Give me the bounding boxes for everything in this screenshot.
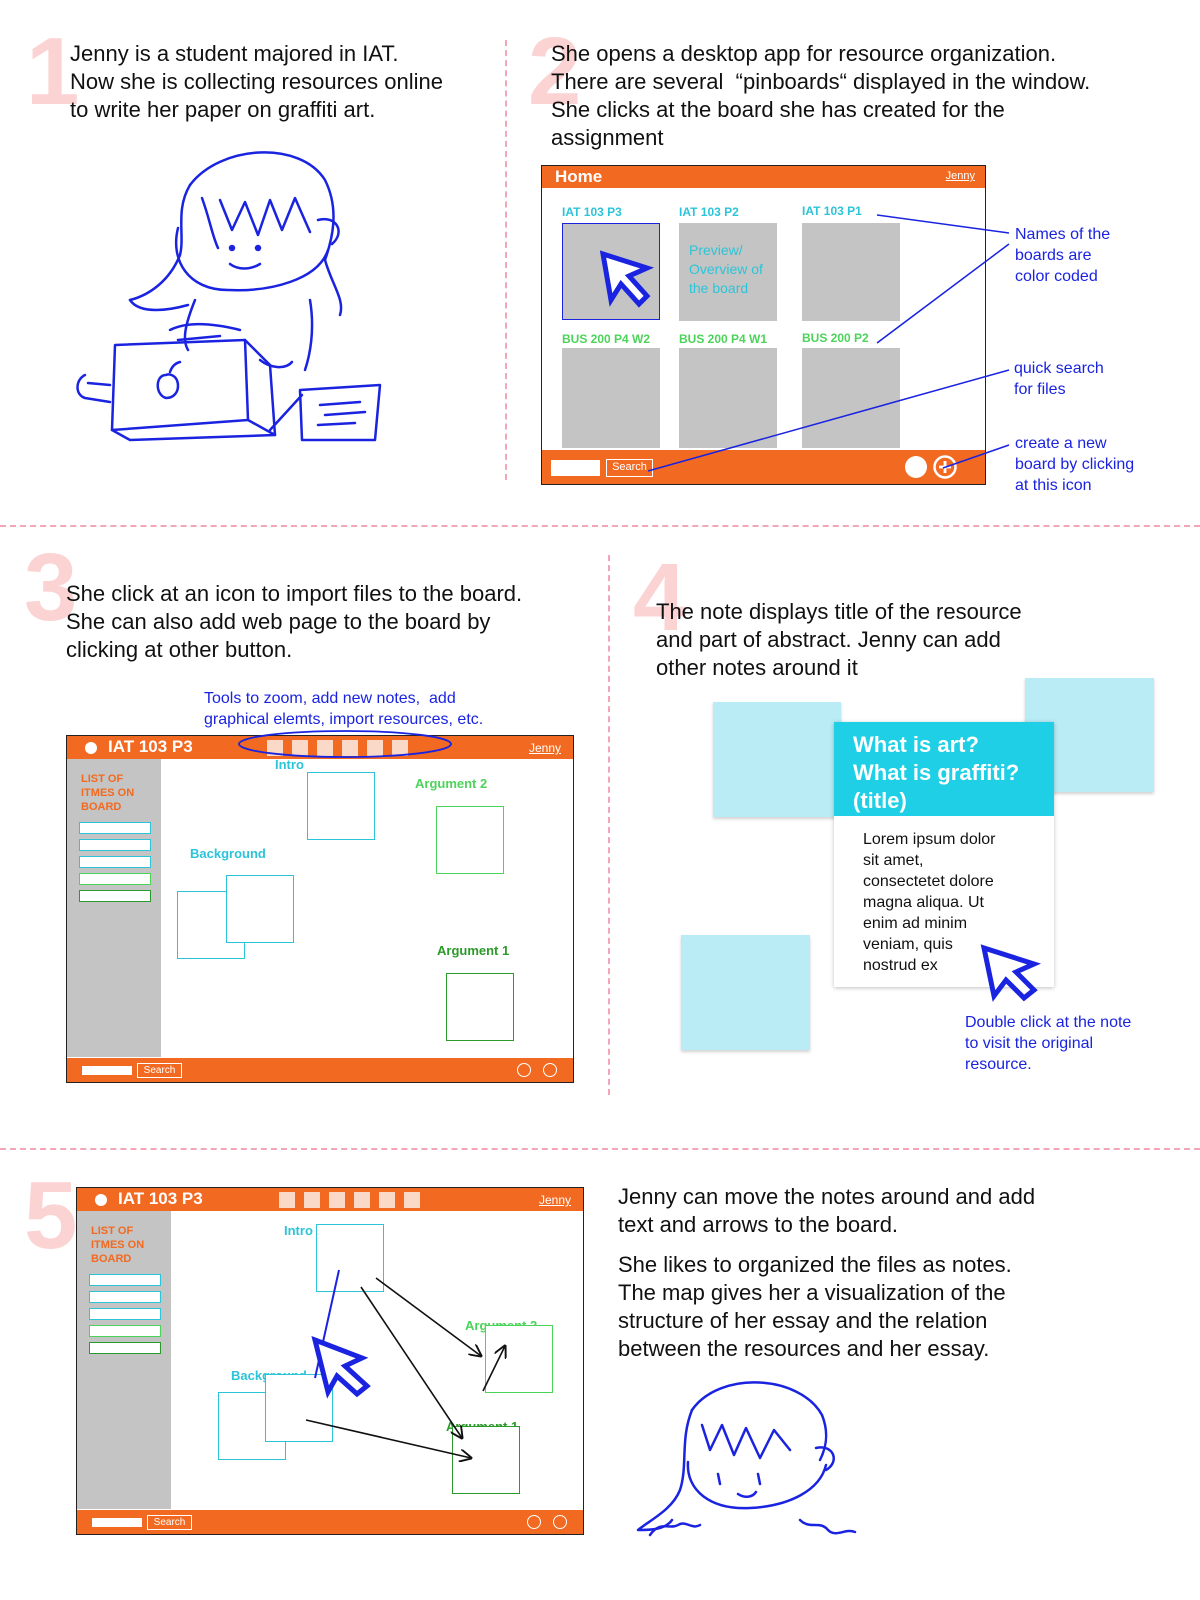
- window-title: IAT 103 P3: [108, 737, 193, 756]
- story-line: She click at an icon to import files to …: [66, 581, 523, 606]
- annotation-line: for files: [1014, 381, 1066, 398]
- annotation-line: boards are: [1015, 247, 1092, 264]
- note-intro[interactable]: [307, 772, 375, 840]
- story-line: There are several “pinboards“ displayed …: [551, 69, 1091, 94]
- sidebar-item[interactable]: [79, 856, 151, 868]
- note-background[interactable]: [226, 875, 294, 943]
- annotation-line: at this icon: [1015, 477, 1092, 494]
- sidebar-title-line: ITMES ON: [81, 787, 135, 799]
- annotation-line: Double click at the note: [965, 1014, 1132, 1031]
- note-label-argument1: Argument 1: [437, 943, 510, 958]
- note-label-background: Background: [190, 846, 266, 861]
- sidebar-item[interactable]: [79, 890, 151, 902]
- dot-icon: [85, 742, 97, 754]
- circle-icon[interactable]: [553, 1515, 567, 1529]
- sidebar-item[interactable]: [79, 822, 151, 834]
- divider-horizontal-2: [0, 1148, 1200, 1150]
- story-line: The map gives her a visualization of the: [618, 1280, 1006, 1305]
- panel3-story: She click at an icon to import files to …: [66, 580, 522, 664]
- tools-highlight-ellipse: [238, 730, 452, 758]
- circle-icon[interactable]: [527, 1515, 541, 1529]
- panel1-story: Jenny is a student majored in IAT. Now s…: [70, 40, 443, 124]
- story-line: Jenny can move the notes around and add: [618, 1184, 1036, 1209]
- story-line: The note displays title of the resource: [656, 599, 1022, 624]
- sidebar-item[interactable]: [79, 873, 151, 885]
- note-abstract: Lorem ipsum dolor sit amet, consectetet …: [863, 829, 996, 976]
- annotation-line: board by clicking: [1015, 456, 1135, 473]
- note-title: What is art? What is graffiti? (title): [853, 731, 1019, 815]
- story-line: other notes around it: [656, 655, 858, 680]
- note-title-line: What is graffiti?: [853, 760, 1020, 785]
- story-line: assignment: [551, 125, 664, 150]
- panel2-story: She opens a desktop app for resource org…: [551, 40, 1090, 152]
- cursor-icon: [980, 944, 1042, 1002]
- panel4-story: The note displays title of the resource …: [656, 598, 1022, 682]
- search-button[interactable]: Search: [147, 1515, 192, 1530]
- annotation-line: color coded: [1015, 268, 1098, 285]
- annotation-create-board: create a new board by clicking at this i…: [1015, 433, 1134, 496]
- story-line: between the resources and her essay.: [618, 1336, 990, 1361]
- search-input[interactable]: [92, 1518, 142, 1527]
- note-argument1[interactable]: [446, 973, 514, 1041]
- sidebar: LIST OF ITMES ON BOARD: [67, 759, 161, 1057]
- divider-vertical-middle: [608, 555, 610, 1095]
- abstract-line: enim ad minim: [863, 915, 968, 932]
- abstract-line: consectetet dolore: [863, 873, 994, 890]
- search-input[interactable]: [82, 1066, 132, 1075]
- story-line: Jenny is a student majored in IAT.: [70, 41, 399, 66]
- panel5-story: Jenny can move the notes around and add …: [618, 1183, 1035, 1363]
- annotation-line: Names of the: [1015, 226, 1111, 243]
- bottom-bar: Search: [67, 1058, 573, 1082]
- story-line: to write her paper on graffiti art.: [70, 97, 376, 122]
- board-window-panel3: IAT 103 P3 Jenny LIST OF ITMES ON BOARD …: [66, 735, 574, 1083]
- story-line: She clicks at the board she has created …: [551, 97, 1005, 122]
- annotation-line: quick search: [1014, 360, 1104, 377]
- note-header: What is art? What is graffiti? (title): [834, 722, 1054, 816]
- abstract-line: nostrud ex: [863, 957, 938, 974]
- note-label-argument2: Argument 2: [415, 776, 488, 791]
- sidebar-title: LIST OF ITMES ON BOARD: [81, 772, 134, 814]
- abstract-line: veniam, quis: [863, 936, 953, 953]
- circle-icon[interactable]: [517, 1063, 531, 1077]
- story-line: clicking at other button.: [66, 637, 293, 662]
- story-line: and part of abstract. Jenny can add: [656, 627, 1001, 652]
- annotation-line: resource.: [965, 1056, 1032, 1073]
- story-line: structure of her essay and the relation: [618, 1308, 988, 1333]
- story-line: text and arrows to the board.: [618, 1212, 899, 1237]
- annotation-double-click: Double click at the note to visit the or…: [965, 1012, 1131, 1075]
- abstract-line: sit amet,: [863, 852, 924, 869]
- note-argument2[interactable]: [436, 806, 504, 874]
- annotation-line: create a new: [1015, 435, 1107, 452]
- annotation-line: to visit the original: [965, 1035, 1094, 1052]
- sticky-note-left-bottom[interactable]: [681, 935, 810, 1050]
- story-line: Now she is collecting resources online: [70, 69, 443, 94]
- sidebar-item[interactable]: [79, 839, 151, 851]
- annotation-quick-search: quick search for files: [1014, 358, 1104, 400]
- abstract-line: Lorem ipsum dolor: [863, 831, 996, 848]
- board-window-panel5: IAT 103 P3 Jenny LIST OF ITMES ON BOARD …: [76, 1187, 584, 1535]
- divider-horizontal-1: [0, 525, 1200, 527]
- bottom-bar: Search: [77, 1510, 583, 1534]
- student-face-drawing: [636, 1381, 857, 1537]
- connection-arrows: [305, 1269, 583, 1534]
- story-line: She likes to organized the files as note…: [618, 1252, 1012, 1277]
- circle-icon[interactable]: [543, 1063, 557, 1077]
- note-title-line: (title): [853, 788, 907, 813]
- sidebar-title-line: LIST OF: [81, 773, 124, 785]
- panel-number-5: 5: [24, 1162, 78, 1269]
- search-button[interactable]: Search: [137, 1063, 182, 1078]
- story-line: She can also add web page to the board b…: [66, 609, 491, 634]
- abstract-line: magna aliqua. Ut: [863, 894, 984, 911]
- sidebar-title-line: BOARD: [81, 801, 122, 813]
- note-title-line: What is art?: [853, 732, 979, 757]
- sticky-note-left-top[interactable]: [713, 702, 841, 817]
- annotation-color-coded: Names of the boards are color coded: [1015, 224, 1110, 287]
- user-link[interactable]: Jenny: [529, 741, 561, 755]
- story-line: She opens a desktop app for resource org…: [551, 41, 1057, 66]
- annotation-line: Tools to zoom, add new notes, add: [204, 690, 456, 707]
